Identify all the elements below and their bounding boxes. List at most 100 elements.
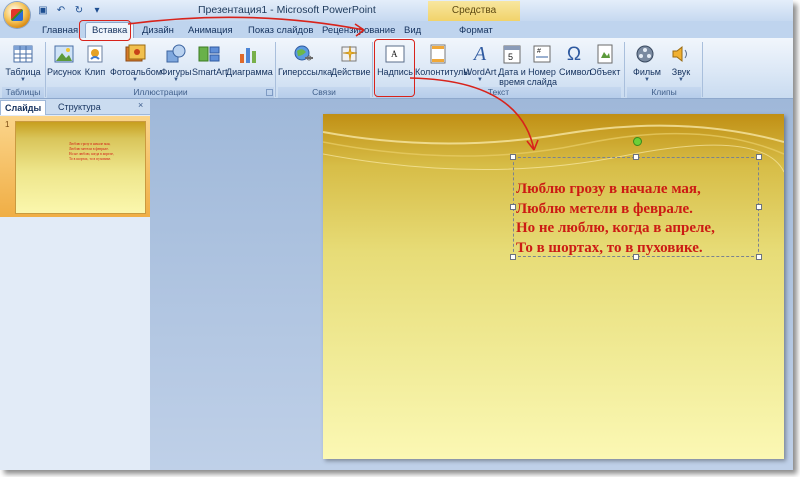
chevron-down-icon: ▼ — [173, 77, 179, 83]
resize-handle[interactable] — [756, 154, 762, 160]
chevron-down-icon: ▼ — [477, 77, 483, 83]
movie-button[interactable]: Фильм ▼ — [628, 43, 666, 83]
shapes-icon — [165, 43, 187, 65]
powerpoint-window: ▣ ↶ ↻ ▾ Презентация1 - Microsoft PowerPo… — [0, 0, 793, 470]
tab-design[interactable]: Дизайн — [142, 23, 174, 38]
customize-icon[interactable]: ▾ — [90, 3, 104, 17]
date-time-label-line2: время — [499, 77, 525, 87]
symbol-button[interactable]: Ω Символ — [559, 43, 591, 78]
smartart-icon — [198, 43, 220, 65]
header-footer-label: Колонтитулы — [415, 67, 470, 77]
smartart-label: SmartArt — [192, 67, 228, 77]
dialog-launcher-icon[interactable] — [266, 89, 273, 96]
hyperlink-button[interactable]: Гиперссылка — [278, 43, 333, 77]
office-button[interactable] — [4, 2, 30, 28]
object-button[interactable]: Объект — [589, 43, 621, 77]
object-icon — [594, 43, 616, 65]
tab-home[interactable]: Главная — [42, 23, 78, 38]
table-icon — [12, 43, 34, 65]
clip-button[interactable]: Клип — [82, 43, 108, 77]
wordart-button[interactable]: A WordArt ▼ — [462, 43, 498, 83]
group-separator — [275, 42, 276, 97]
window-title: Презентация1 - Microsoft PowerPoint — [198, 4, 376, 16]
undo-icon[interactable]: ↶ — [54, 3, 68, 17]
object-label: Объект — [589, 67, 621, 77]
poem-line-1: Люблю грозу в начале мая, — [516, 181, 701, 197]
chart-button[interactable]: Диаграмма — [226, 43, 273, 77]
smartart-button[interactable]: SmartArt — [192, 43, 228, 77]
picture-icon — [53, 43, 75, 65]
thumbnail-line-3: Но не люблю, когда в апреле, — [69, 152, 114, 156]
group-label-links: Связи — [278, 87, 370, 98]
action-icon — [339, 43, 361, 65]
sound-label: Звук — [671, 67, 691, 77]
table-button[interactable]: Таблица ▼ — [3, 43, 43, 83]
slide-number-icon: # — [531, 43, 553, 65]
svg-text:5: 5 — [508, 52, 513, 62]
slide-number-label-line1: Номер — [528, 67, 556, 77]
slide-thumbnail-selected[interactable]: 1 Люблю грозу в начале мая, Люблю метели… — [0, 116, 150, 217]
slides-pane: Слайды Структура × 1 Люблю грозу в начал… — [0, 99, 150, 470]
close-icon[interactable]: × — [138, 100, 143, 110]
office-logo-icon — [11, 9, 23, 21]
header-footer-icon — [427, 43, 449, 65]
header-footer-button[interactable]: Колонтитулы — [415, 43, 470, 77]
photo-album-label: Фотоальбом — [110, 67, 162, 77]
calendar-icon: 5 — [501, 43, 523, 65]
tab-view[interactable]: Вид — [404, 23, 421, 38]
thumbnail-line-1: Люблю грозу в начале мая, — [69, 142, 111, 146]
chart-icon — [238, 43, 260, 65]
picture-label: Рисунок — [47, 67, 81, 77]
slide-number-button[interactable]: # Номер слайда — [526, 43, 558, 87]
shapes-label: Фигуры — [160, 67, 192, 77]
group-separator — [372, 42, 373, 97]
save-icon[interactable]: ▣ — [36, 3, 50, 17]
omega-symbol-icon: Ω — [566, 43, 582, 65]
highlight-insert-tab — [79, 20, 131, 41]
tab-slides[interactable]: Слайды — [0, 100, 47, 115]
highlight-textbox-button — [374, 39, 415, 97]
resize-handle[interactable] — [633, 154, 639, 160]
action-label: Действие — [331, 67, 371, 77]
photo-album-button[interactable]: Фотоальбом ▼ — [110, 43, 162, 83]
slide-thumbnail[interactable]: Люблю грозу в начале мая, Люблю метели в… — [15, 121, 146, 214]
chevron-down-icon: ▼ — [20, 77, 26, 83]
shapes-button[interactable]: Фигуры ▼ — [160, 43, 192, 83]
resize-handle[interactable] — [510, 154, 516, 160]
table-label: Таблица — [5, 67, 41, 77]
tab-outline[interactable]: Структура — [54, 100, 105, 114]
drawing-tools-context-label: Средства рисования — [428, 1, 520, 36]
svg-text:#: # — [537, 48, 541, 55]
group-separator — [624, 42, 625, 97]
poem-line-3: Но не люблю, когда в апреле, — [516, 220, 715, 236]
tab-format[interactable]: Формат — [459, 23, 493, 38]
photo-album-icon — [124, 43, 146, 65]
wordart-icon: A — [473, 43, 487, 65]
redo-icon[interactable]: ↻ — [72, 3, 86, 17]
wordart-label: WordArt — [463, 67, 497, 77]
title-bar: ▣ ↶ ↻ ▾ Презентация1 - Microsoft PowerPo… — [0, 0, 793, 36]
rotation-handle[interactable] — [633, 137, 642, 146]
tab-slide-show[interactable]: Показ слайдов — [248, 23, 313, 38]
thumbnail-line-4: То в шортах, то в пуховике. — [69, 157, 112, 161]
poem-line-2: Люблю метели в феврале. — [516, 200, 693, 217]
resize-handle[interactable] — [756, 254, 762, 260]
chevron-down-icon: ▼ — [644, 77, 650, 83]
hyperlink-label: Гиперссылка — [278, 67, 333, 77]
group-label-tables: Таблицы — [2, 87, 44, 98]
chevron-down-icon: ▼ — [132, 77, 138, 83]
picture-button[interactable]: Рисунок — [47, 43, 81, 77]
date-time-button[interactable]: 5 Дата и время — [498, 43, 526, 87]
quick-access-toolbar: ▣ ↶ ↻ ▾ — [36, 3, 104, 17]
tab-review[interactable]: Рецензирование — [322, 23, 395, 38]
thumbnail-line-2: Люблю метели в феврале. — [69, 147, 109, 151]
poem-text[interactable]: Люблю грозу в начале мая, Люблю метели в… — [516, 180, 715, 258]
globe-link-icon — [293, 43, 315, 65]
sound-button[interactable]: Звук ▼ — [667, 43, 695, 83]
tab-animation[interactable]: Анимация — [188, 23, 233, 38]
action-button[interactable]: Действие — [331, 43, 371, 77]
slide-number-label-line2: слайда — [526, 77, 558, 87]
chevron-down-icon: ▼ — [678, 77, 684, 83]
group-label-illustrations: Иллюстрации — [47, 87, 274, 98]
resize-handle[interactable] — [756, 204, 762, 210]
